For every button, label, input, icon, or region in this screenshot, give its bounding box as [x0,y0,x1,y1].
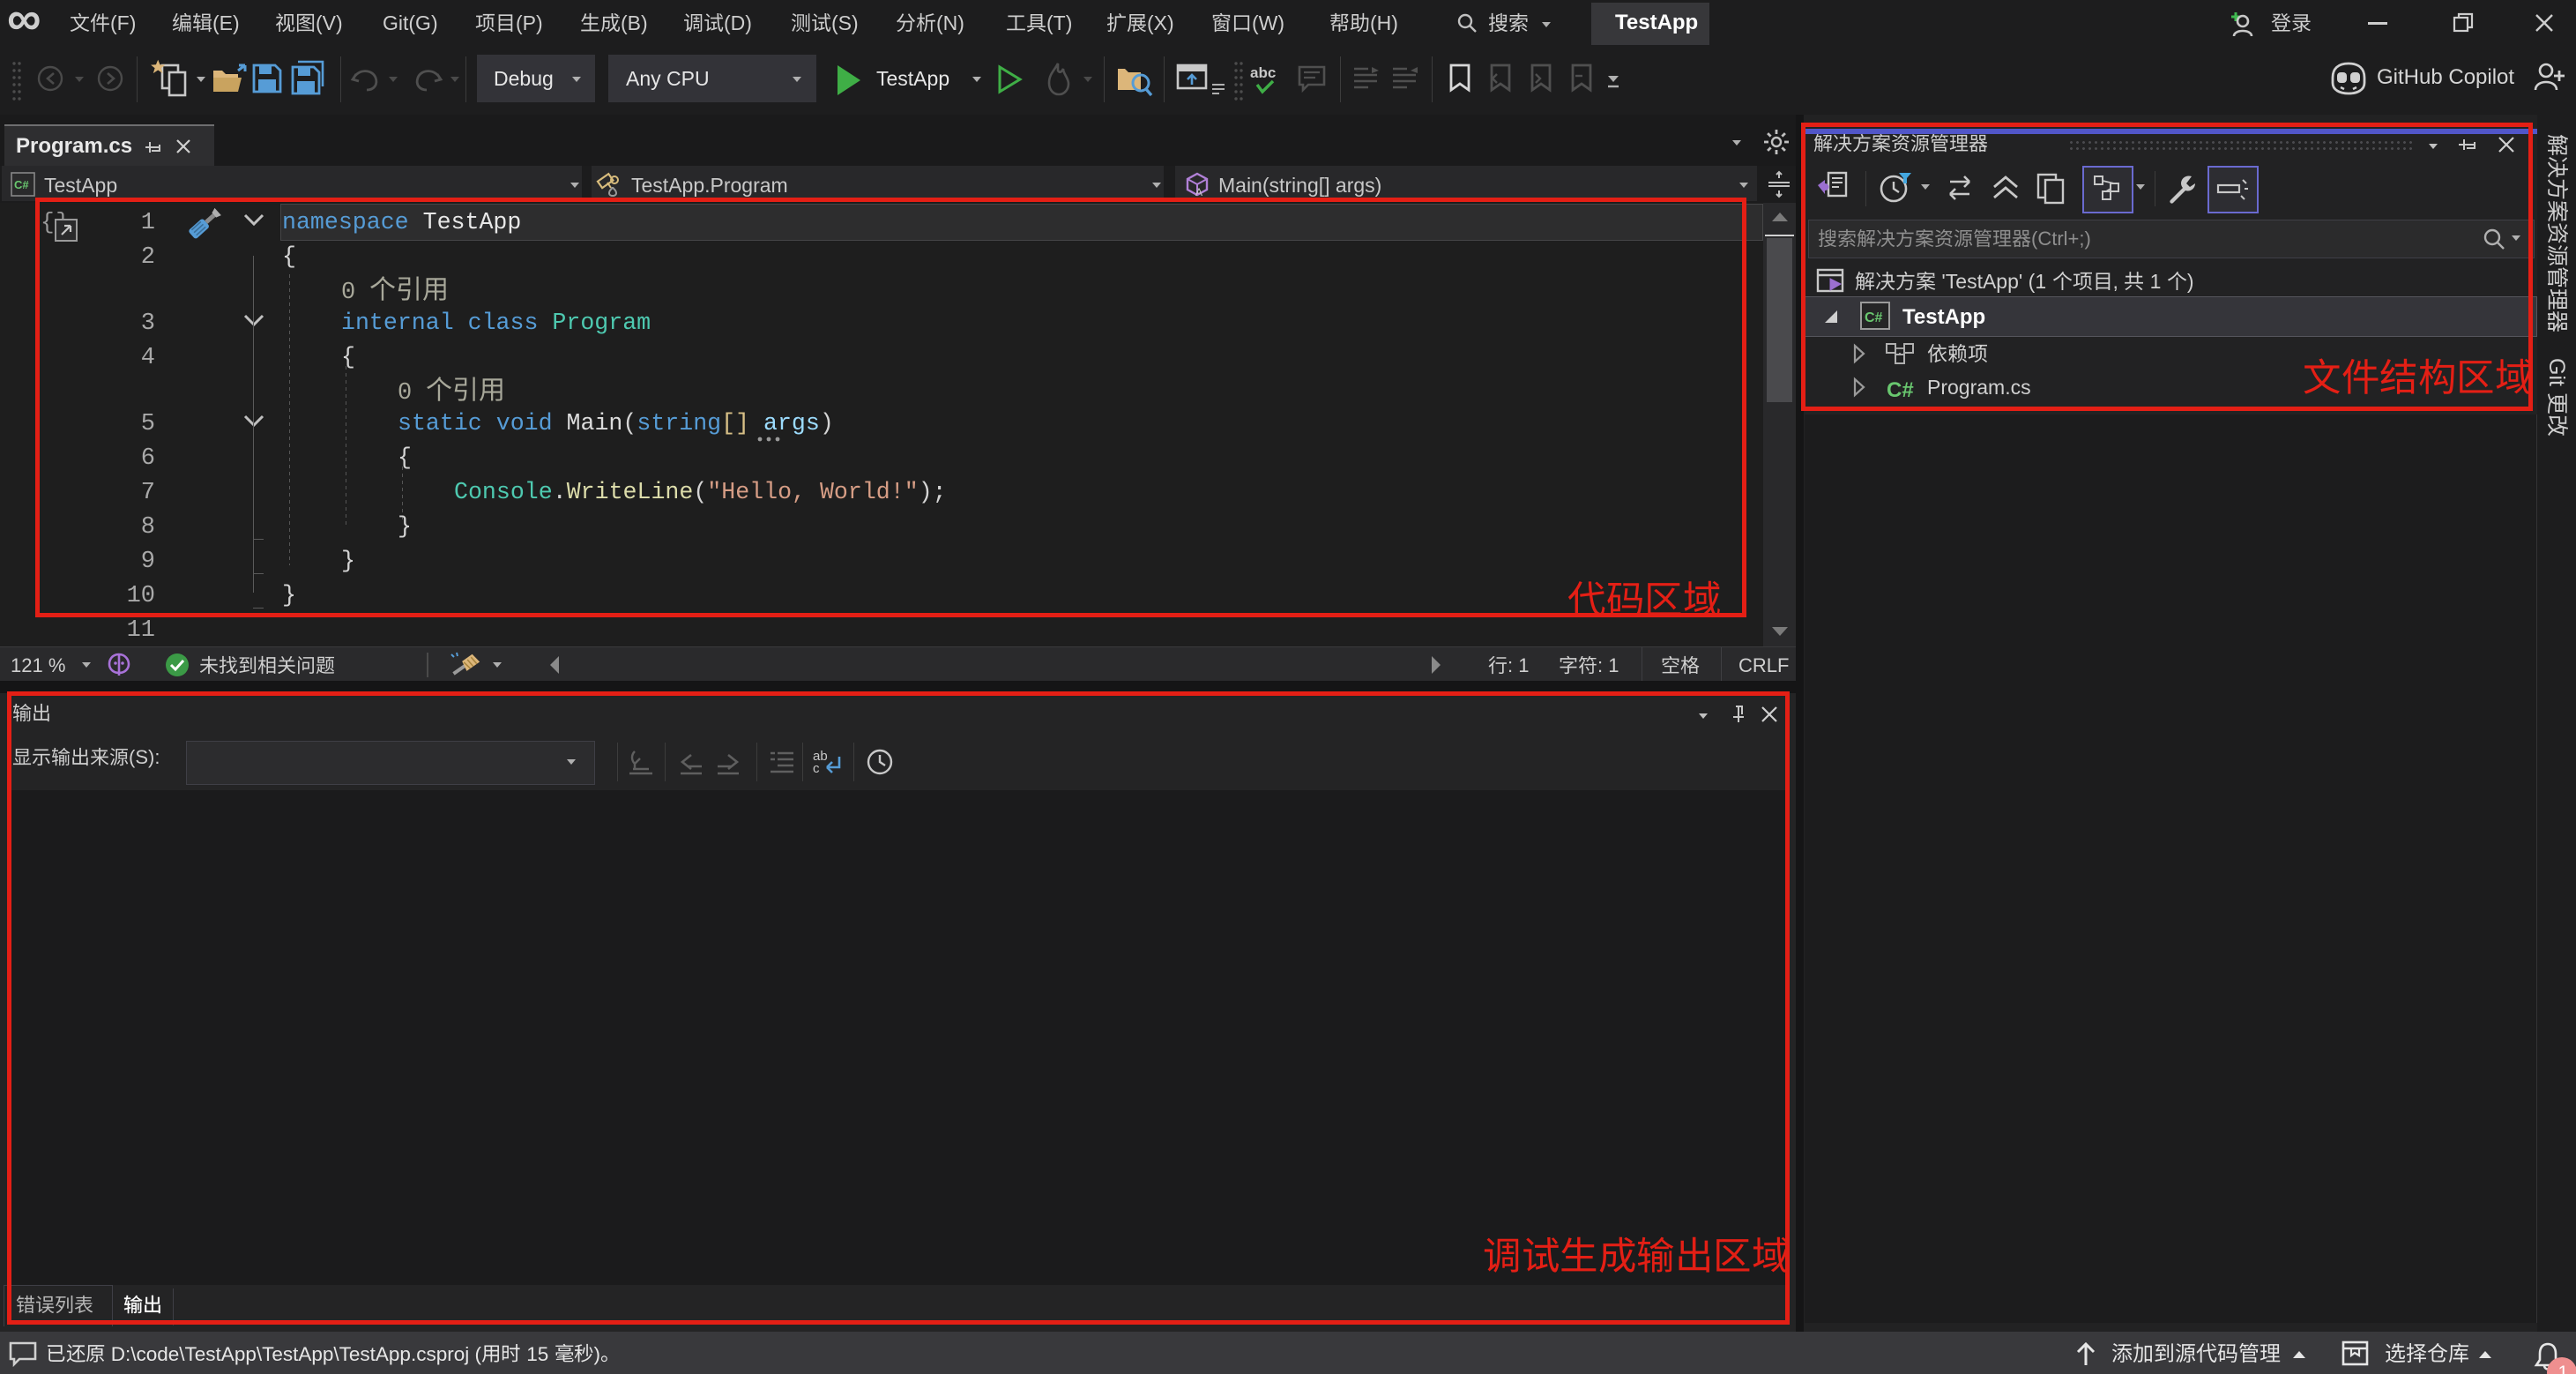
svg-text:C#: C# [14,178,29,191]
svg-text:1: 1 [2558,1363,2569,1374]
svg-text:A: A [1195,186,1202,198]
svg-text:abc: abc [1250,64,1276,81]
